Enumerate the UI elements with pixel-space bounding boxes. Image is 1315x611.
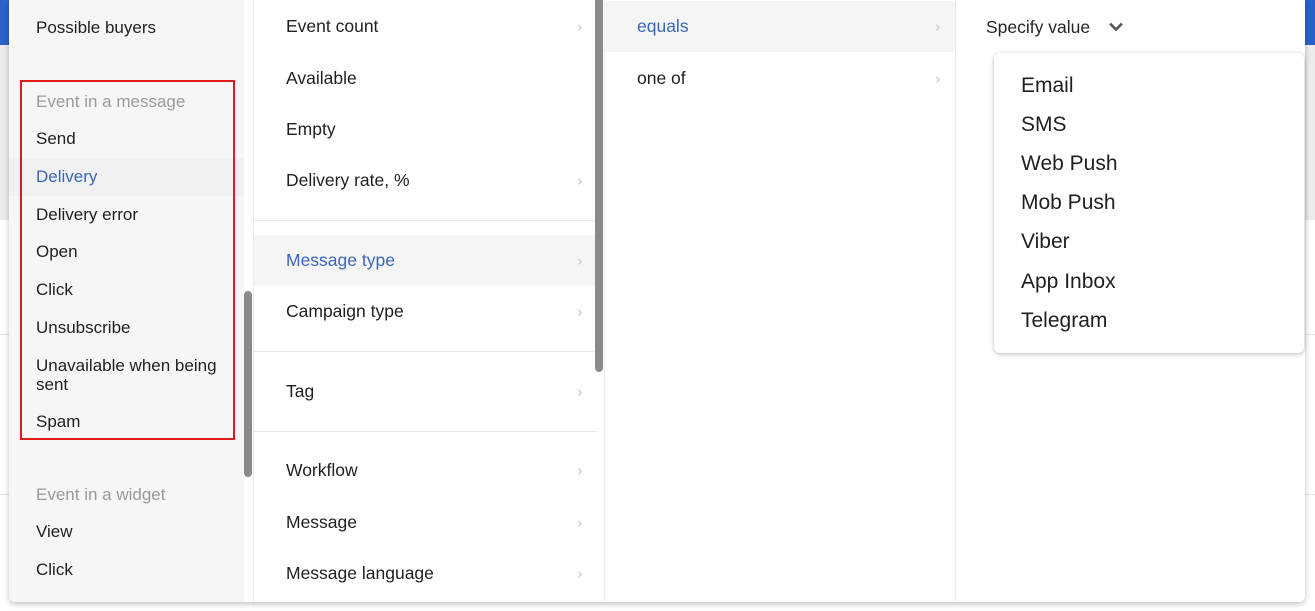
chevron-right-icon: › [577,513,583,532]
menu-item-message[interactable]: Message › [254,497,597,548]
menu-item-available[interactable]: Available [254,53,597,104]
event-list-scrollbar[interactable] [244,291,252,477]
chevron-right-icon: › [577,251,583,270]
option-sms[interactable]: SMS [1021,110,1067,140]
option-telegram[interactable]: Telegram [1021,306,1107,336]
menu-item-campaign-type[interactable]: Campaign type › [254,286,597,337]
menu-item-tag[interactable]: Tag › [254,366,597,417]
chevron-down-icon [1108,19,1124,35]
group-label-event-in-widget: Event in a widget [36,485,166,504]
menu-item-empty[interactable]: Empty [254,104,597,155]
option-viber[interactable]: Viber [1021,227,1070,257]
highlight-annotation [20,80,235,440]
item-label: Available [286,68,357,88]
item-label: Event count [286,16,379,36]
chevron-right-icon: › [577,564,583,583]
chevron-right-icon: › [577,461,583,480]
attribute-list-column: Event count › Available Empty Delivery r… [253,0,597,602]
menu-item-widget-click[interactable]: Click [9,551,244,589]
divider [254,431,597,432]
menu-item-possible-buyers[interactable]: Possible buyers [9,9,244,47]
menu-item-workflow[interactable]: Workflow › [254,445,597,496]
specify-value-label: Specify value [986,16,1091,37]
menu-item-message-language[interactable]: Message language › [254,548,597,599]
item-label: equals [637,16,689,36]
item-label: Message [286,512,358,532]
chevron-right-icon: › [577,171,583,190]
item-label: Campaign type [286,301,404,321]
message-type-dropdown: Email SMS Web Push Mob Push Viber App In… [994,53,1304,353]
item-label: Tag [286,381,315,401]
item-label: Empty [286,119,336,139]
menu-item-widget-view[interactable]: View [9,513,244,551]
divider [254,351,597,352]
item-label: Workflow [286,460,358,480]
chevron-right-icon: › [935,69,941,88]
attribute-list-scrollbar[interactable] [595,0,603,372]
item-label: one of [637,68,686,88]
option-email[interactable]: Email [1021,71,1074,101]
menu-item-message-type[interactable]: Message type › [254,235,597,286]
menu-item-event-count[interactable]: Event count › [254,1,597,52]
option-mob-push[interactable]: Mob Push [1021,188,1116,218]
option-app-inbox[interactable]: App Inbox [1021,267,1116,297]
divider [254,220,597,221]
option-web-push[interactable]: Web Push [1021,149,1118,179]
menu-item-delivery-rate[interactable]: Delivery rate, % › [254,155,597,206]
item-label: Message type [286,250,395,270]
chevron-right-icon: › [935,17,941,36]
item-label: Delivery rate, % [286,170,410,190]
chevron-right-icon: › [577,382,583,401]
menu-item-one-of[interactable]: one of › [605,53,955,104]
chevron-right-icon: › [577,17,583,36]
operator-list-column: equals › one of › [604,0,955,602]
item-label: Message language [286,563,434,583]
menu-item-equals[interactable]: equals › [605,1,955,52]
specify-value-select[interactable]: Specify value [986,14,1124,40]
chevron-right-icon: › [577,302,583,321]
